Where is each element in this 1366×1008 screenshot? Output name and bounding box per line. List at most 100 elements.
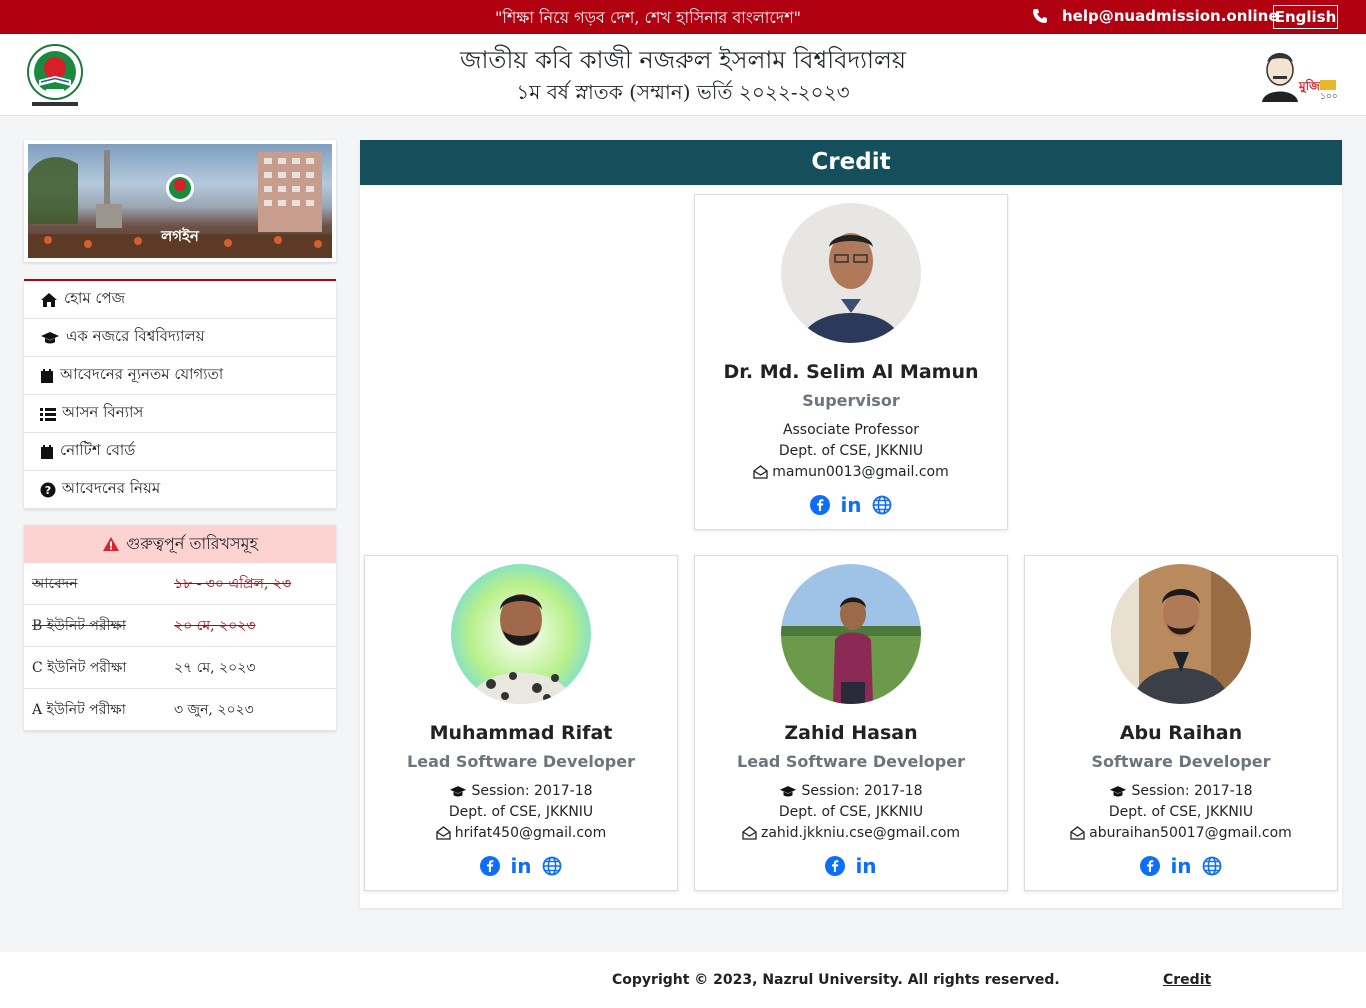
sidebar-item-label: নোটিশ বোর্ড (60, 441, 136, 459)
envelope-open-icon (742, 826, 757, 840)
supervisor-role: Supervisor (802, 391, 900, 410)
developer-role: Software Developer (1091, 752, 1271, 771)
developer-social-links: in (1025, 856, 1337, 876)
supervisor-dept: Dept. of CSE, JKKNIU (778, 443, 924, 459)
envelope-open-icon (753, 465, 768, 479)
warning-icon (103, 537, 120, 551)
supervisor-name: Dr. Md. Selim Al Mamun (723, 361, 979, 383)
help-email-link[interactable]: help@nuadmission.online (1032, 7, 1279, 25)
developer-name: Abu Raihan (1119, 722, 1243, 744)
sidebar-item-label: আবেদনের ন্যূনতম যোগ্যতা (60, 365, 224, 383)
supervisor-photo (781, 203, 921, 343)
linkedin-icon[interactable]: in (510, 856, 531, 876)
site-header: জাতীয় কবি কাজী নজরুল ইসলাম বিশ্ববিদ্যাল… (0, 34, 1366, 116)
linkedin-icon[interactable]: in (840, 495, 861, 515)
developer-photo (451, 564, 591, 704)
supervisor-email: mamun0013@gmail.com (695, 464, 1007, 480)
facebook-icon[interactable] (1140, 856, 1161, 876)
supervisor-social-links: in (695, 495, 1007, 515)
admission-subtitle: ১ম বর্ষ স্নাতক (সম্মান) ভর্তি ২০২২-২০২৩ (516, 80, 850, 104)
linkedin-icon[interactable]: in (1170, 856, 1191, 876)
developer-dept: Dept. of CSE, JKKNIU (1108, 804, 1254, 820)
developer-email-text: hrifat450@gmail.com (454, 825, 607, 841)
calendar-icon (41, 368, 53, 383)
date-name: A ইউনিট পরীক্ষা (32, 701, 126, 718)
developer-session: Session: 2017-18 (1025, 783, 1337, 799)
graduation-cap-icon (450, 785, 467, 796)
list-icon (40, 407, 56, 421)
calendar-icon (41, 444, 53, 459)
globe-icon[interactable] (872, 495, 892, 515)
developer-email-text: aburaihan50017@gmail.com (1089, 825, 1292, 841)
developer-session-text: Session: 2017-18 (471, 783, 593, 799)
copyright-text: Copyright © 2023, Nazrul University. All… (612, 972, 1060, 988)
date-value: ১৮ - ৩০ এপ্রিল, ২৩ (174, 575, 292, 592)
developer-name: Zahid Hasan (784, 722, 918, 744)
developer-session-text: Session: 2017-18 (1131, 783, 1253, 799)
university-title: জাতীয় কবি কাজী নজরুল ইসলাম বিশ্ববিদ্যাল… (460, 46, 906, 74)
developer-email-text: zahid.jkkniu.cse@gmail.com (760, 825, 961, 841)
svg-text:?: ? (45, 484, 51, 497)
developer-session: Session: 2017-18 (695, 783, 1007, 799)
developer-dept: Dept. of CSE, JKKNIU (778, 804, 924, 820)
mujib-centenary-logo: মুজিব ১০০ (1262, 53, 1338, 102)
phone-icon (1033, 9, 1047, 23)
developer-name: Muhammad Rifat (429, 722, 613, 744)
linkedin-icon[interactable]: in (855, 856, 876, 876)
developer-photo (781, 564, 921, 704)
sidebar-item-label: আসন বিন্যাস (62, 403, 144, 421)
developer-email: zahid.jkkniu.cse@gmail.com (695, 825, 1007, 841)
date-name: আবেদন (32, 575, 78, 592)
sidebar-item-seat-distribution[interactable]: আসন বিন্যাস (24, 395, 336, 433)
supervisor-card: Dr. Md. Selim Al Mamun Supervisor Associ… (694, 194, 1008, 530)
home-icon (41, 292, 57, 307)
globe-icon[interactable] (542, 856, 562, 876)
developer-social-links: in (695, 856, 1007, 876)
developer-card: Muhammad Rifat Lead Software Developer S… (364, 555, 678, 891)
facebook-icon[interactable] (480, 856, 501, 876)
date-value: ২০ মে, ২০২৩ (174, 617, 256, 634)
graduation-cap-icon (1110, 785, 1127, 796)
date-row-a-unit: A ইউনিট পরীক্ষা ৩ জুন, ২০২৩ (24, 689, 336, 731)
footer-credit-link[interactable]: Credit (1163, 972, 1211, 988)
campus-photo: লগইন (28, 144, 332, 258)
facebook-icon[interactable] (810, 495, 831, 515)
language-toggle-button[interactable]: English (1273, 5, 1338, 29)
date-value: ২৭ মে, ২০২৩ (174, 659, 256, 676)
developer-session-text: Session: 2017-18 (801, 783, 923, 799)
date-row-application: আবেদন ১৮ - ৩০ এপ্রিল, ২৩ (24, 563, 336, 605)
sidebar-item-label: এক নজরে বিশ্ববিদ্যালয় (66, 327, 205, 345)
sidebar-item-home[interactable]: হোম পেজ (24, 281, 336, 319)
date-value: ৩ জুন, ২০২৩ (174, 701, 254, 718)
important-dates-title: গুরুত্বপূর্ন তারিখসমূহ (126, 533, 258, 553)
envelope-open-icon (436, 826, 451, 840)
globe-icon[interactable] (1202, 856, 1222, 876)
login-label[interactable]: লগইন (28, 225, 332, 250)
login-banner[interactable]: লগইন (24, 140, 336, 262)
developer-card: Zahid Hasan Lead Software Developer Sess… (694, 555, 1008, 891)
supervisor-position: Associate Professor (782, 422, 920, 438)
sidebar-item-notice-board[interactable]: নোটিশ বোর্ড (24, 433, 336, 471)
facebook-icon[interactable] (825, 856, 846, 876)
sidebar-item-application-rules[interactable]: ? আবেদনের নিয়ম (24, 471, 336, 509)
sidebar-item-min-eligibility[interactable]: আবেদনের ন্যূনতম যোগ্যতা (24, 357, 336, 395)
envelope-open-icon (1070, 826, 1085, 840)
developer-card: Abu Raihan Software Developer Session: 2… (1024, 555, 1338, 891)
supervisor-email-text: mamun0013@gmail.com (772, 464, 949, 480)
svg-text:১০০: ১০০ (1320, 92, 1338, 102)
developer-social-links: in (365, 856, 677, 876)
developer-session: Session: 2017-18 (365, 783, 677, 799)
developer-photo (1111, 564, 1251, 704)
developer-email: aburaihan50017@gmail.com (1025, 825, 1337, 841)
sidebar-item-university-overview[interactable]: এক নজরে বিশ্ববিদ্যালয় (24, 319, 336, 357)
important-dates-header: গুরুত্বপূর্ন তারিখসমূহ (24, 525, 336, 563)
top-bar: "শিক্ষা নিয়ে গড়ব দেশ, শেখ হাসিনার বাংল… (0, 0, 1366, 34)
date-name: C ইউনিট পরীক্ষা (32, 659, 127, 676)
sidebar-item-label: হোম পেজ (64, 289, 126, 307)
question-circle-icon: ? (40, 482, 56, 497)
graduation-cap-icon (780, 785, 797, 796)
sidebar-menu: হোম পেজ এক নজরে বিশ্ববিদ্যালয় আবেদনের ন… (24, 279, 336, 509)
help-email-text: help@nuadmission.online (1062, 7, 1279, 25)
graduation-cap-icon (41, 331, 59, 343)
date-row-b-unit: B ইউনিট পরীক্ষা ২০ মে, ২০২৩ (24, 605, 336, 647)
